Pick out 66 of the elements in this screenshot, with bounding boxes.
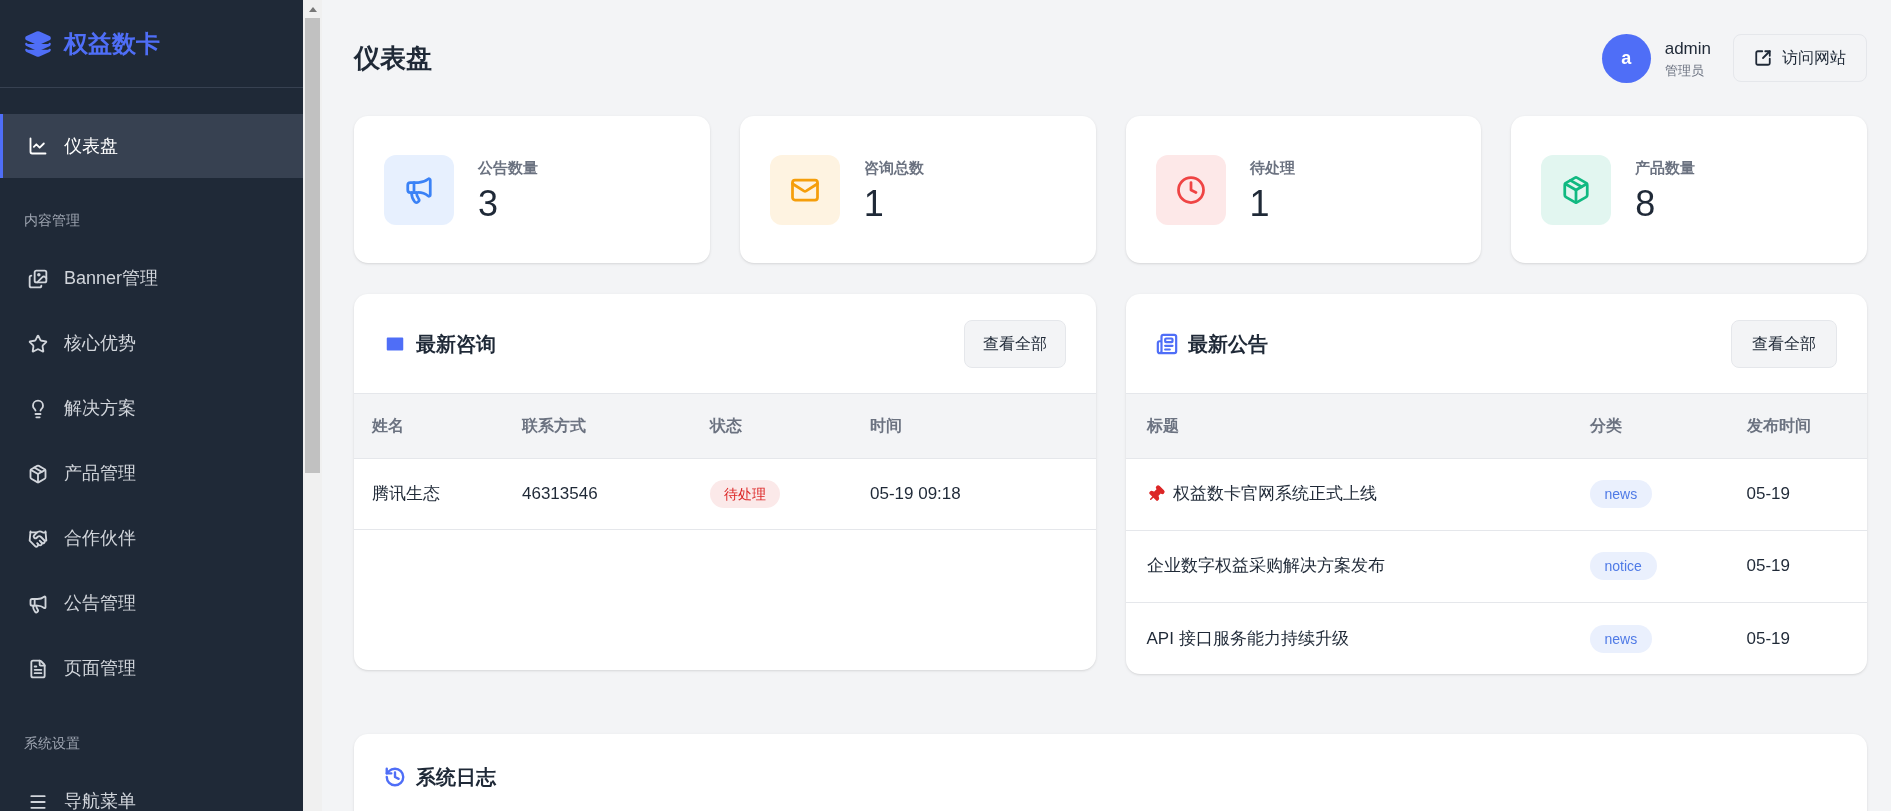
images-icon (28, 268, 48, 289)
announcement-title[interactable]: API 接口服务能力持续升级 (1146, 625, 1349, 651)
table-cell: 05-19 (1746, 530, 1867, 602)
nav-section-label: 系统设置 (24, 735, 80, 751)
stat-value: 1 (1249, 185, 1271, 222)
document-icon (28, 658, 48, 679)
star-icon (28, 333, 48, 354)
panel-title: 系统日志 (416, 765, 496, 790)
nav-item[interactable]: 导航菜单 (0, 769, 303, 811)
stat-label: 产品数量 (1635, 158, 1696, 179)
newspaper-icon (1155, 332, 1178, 355)
app-logo: 权益数卡 (64, 28, 160, 59)
category-tag: notice (1589, 552, 1657, 581)
table-cell: 腾讯生态 (354, 458, 522, 529)
column-header: 标题 (1125, 394, 1590, 458)
nav-section-label: 内容管理 (24, 212, 80, 228)
nav-item[interactable]: Banner管理 (0, 246, 303, 311)
announcement-title[interactable]: 权益数卡官网系统正式上线 (1172, 481, 1377, 507)
clock-icon (1175, 174, 1206, 205)
category-tag: news (1589, 624, 1653, 653)
scroll-up-arrow-icon[interactable] (308, 6, 317, 12)
stat-label: 咨询总数 (863, 158, 924, 179)
stat-label: 待处理 (1249, 158, 1295, 179)
scrollbar[interactable] (303, 0, 322, 811)
package-icon (28, 463, 48, 484)
view-all-button[interactable]: 查看全部 (963, 319, 1066, 368)
column-header: 联系方式 (522, 394, 710, 458)
announcement-title[interactable]: 企业数字权益采购解决方案发布 (1146, 553, 1385, 579)
stat-label: 公告数量 (478, 158, 538, 179)
nav-item[interactable]: 解决方案 (0, 376, 303, 441)
stat-value: 3 (478, 185, 500, 222)
status-badge: 待处理 (710, 479, 780, 508)
stat-value: 1 (863, 185, 885, 222)
stat-value: 8 (1635, 185, 1657, 222)
handshake-icon (28, 528, 48, 549)
line-chart-icon (28, 136, 48, 156)
layers-icon (24, 29, 52, 58)
column-header: 姓名 (354, 394, 522, 458)
visit-site-button[interactable]: 访问网站 (1733, 34, 1867, 82)
table-cell: 05-19 (1746, 602, 1867, 674)
avatar: a (1601, 33, 1651, 83)
table-cell: 05-19 (1746, 458, 1867, 530)
megaphone-icon (28, 593, 48, 614)
history-icon (384, 766, 406, 788)
column-header: 发布时间 (1746, 394, 1867, 458)
megaphone-icon (404, 174, 434, 205)
view-all-button[interactable]: 查看全部 (1731, 319, 1837, 368)
external-link-icon (1754, 49, 1772, 67)
nav-item[interactable]: 仪表盘 (0, 114, 303, 178)
column-header: 分类 (1589, 394, 1747, 458)
nav-item[interactable]: 合作伙伴 (0, 506, 303, 571)
page-title: 仪表盘 (354, 41, 432, 75)
column-header: 状态 (710, 394, 870, 458)
user-name: admin (1664, 37, 1711, 60)
column-header: 时间 (870, 394, 1096, 458)
table-cell: 05-19 09:18 (870, 458, 1096, 529)
user-role: 管理员 (1664, 62, 1705, 80)
panel-title: 最新公告 (1187, 331, 1268, 357)
category-tag: news (1589, 480, 1653, 509)
table-cell: 46313546 (522, 458, 710, 529)
nav-item[interactable]: 公告管理 (0, 571, 303, 636)
nav-item[interactable]: 产品管理 (0, 441, 303, 506)
package-icon (1561, 174, 1592, 205)
nav-item[interactable]: 页面管理 (0, 636, 303, 701)
nav-item[interactable]: 核心优势 (0, 311, 303, 376)
panel-title: 最新咨询 (416, 331, 496, 357)
